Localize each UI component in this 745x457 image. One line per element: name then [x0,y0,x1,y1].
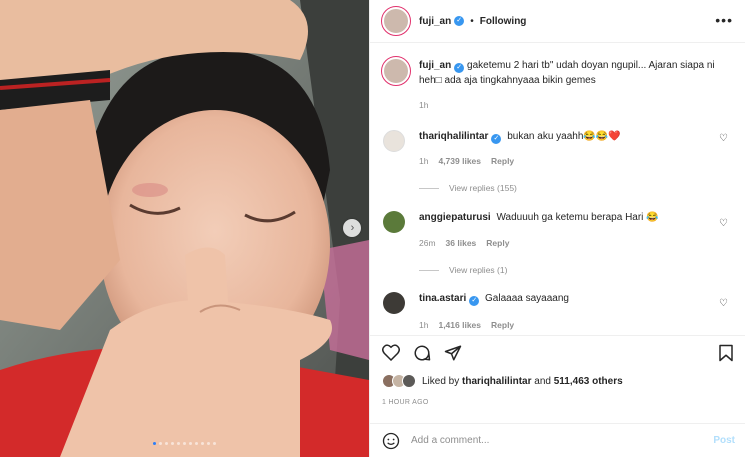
child-photo-illustration [0,0,369,457]
post-timestamp[interactable]: 1 HOUR AGO [382,399,429,406]
carousel-dot [153,442,156,445]
comment-text: Waduuuh ga ketemu berapa Hari 😂 [496,212,659,223]
liked-by-summary: Liked by thariqhalilintar and 511,463 ot… [382,374,623,388]
view-replies-button[interactable]: View replies (1) [419,265,507,275]
view-replies-label: View replies (1) [449,265,508,275]
carousel-indicator [0,442,369,445]
verified-badge-icon: ✓ [454,63,465,73]
verified-badge-icon: ✓ [469,296,480,306]
like-heart-icon[interactable] [382,344,400,361]
next-photo-button[interactable]: › [343,219,361,237]
carousel-dot [207,442,210,445]
comment-icon[interactable] [413,344,431,362]
carousel-dot [201,442,204,445]
liked-by-prefix: Liked by [422,375,460,387]
add-comment-bar: Add a comment... Post [370,423,745,457]
carousel-dot [213,442,216,445]
carousel-dot [165,442,168,445]
caption-time: 1h [419,100,429,110]
comment-text: Galaaaa sayaaang [485,293,569,304]
chevron-right-icon: › [350,221,355,234]
reply-button[interactable]: Reply [491,320,514,330]
divider-line [419,187,439,189]
comment-likes[interactable]: 36 likes [446,238,477,248]
comment-time: 1h [419,156,429,166]
post-header: fuji_an ✓ • Following ••• [370,0,745,43]
carousel-dot [183,442,186,445]
author-username[interactable]: fuji_an [419,16,451,27]
post-actions: Liked by thariqhalilintar and 511,463 ot… [370,335,745,423]
post-photo[interactable]: › [0,0,369,457]
comment-username[interactable]: anggiepaturusi [419,212,491,223]
carousel-dot [159,442,162,445]
header-separator: • [470,15,474,27]
more-options-icon[interactable]: ••• [715,12,733,28]
post-comment-button[interactable]: Post [713,435,735,446]
instagram-post-view: › fuji_an ✓ • Following ••• fuji_an ✓ gak… [0,0,745,457]
carousel-dot [177,442,180,445]
carousel-dot [171,442,174,445]
save-bookmark-icon[interactable] [718,344,734,362]
caption-username[interactable]: fuji_an [419,60,451,71]
like-comment-heart-icon[interactable]: ♡ [719,133,728,144]
caption-text: gaketemu 2 hari tb" udah doyan ngupil...… [419,60,715,86]
verified-badge-icon: ✓ [491,134,502,144]
like-comment-heart-icon[interactable]: ♡ [719,298,728,309]
comment-input[interactable]: Add a comment... [411,435,489,446]
avatar [384,59,408,83]
emoji-icon[interactable] [382,432,400,450]
like-comment-heart-icon[interactable]: ♡ [719,218,728,229]
carousel-dot [189,442,192,445]
comment-likes[interactable]: 4,739 likes [438,156,481,166]
comment-time: 26m [419,238,436,248]
reply-button[interactable]: Reply [491,156,514,166]
reply-button[interactable]: Reply [486,238,509,248]
carousel-dot [195,442,198,445]
view-replies-button[interactable]: View replies (155) [419,183,517,193]
author-avatar-ring[interactable] [381,6,411,36]
liked-by-others[interactable]: 511,463 others [554,376,623,387]
commenter-avatar[interactable] [383,130,405,152]
avatar [384,9,408,33]
commenter-avatar[interactable] [383,211,405,233]
post-details-panel: fuji_an ✓ • Following ••• fuji_an ✓ gaket… [369,0,745,457]
liked-by-user[interactable]: thariqhalilintar [462,376,531,387]
commenter-avatar[interactable] [383,292,405,314]
verified-badge-icon: ✓ [454,16,465,26]
liker-avatar [402,374,416,388]
caption-avatar-ring[interactable] [381,56,411,86]
liked-by-and: and [534,375,551,387]
comment-text: bukan aku yaahh😂😂❤️ [507,131,621,142]
comment-time: 1h [419,320,429,330]
divider-line [419,269,439,271]
comment-username[interactable]: thariqhalilintar [419,131,488,142]
following-button[interactable]: Following [480,16,527,27]
comment-username[interactable]: tina.astari [419,293,466,304]
share-send-icon[interactable] [444,344,462,362]
view-replies-label: View replies (155) [449,183,517,193]
comment-likes[interactable]: 1,416 likes [438,320,481,330]
